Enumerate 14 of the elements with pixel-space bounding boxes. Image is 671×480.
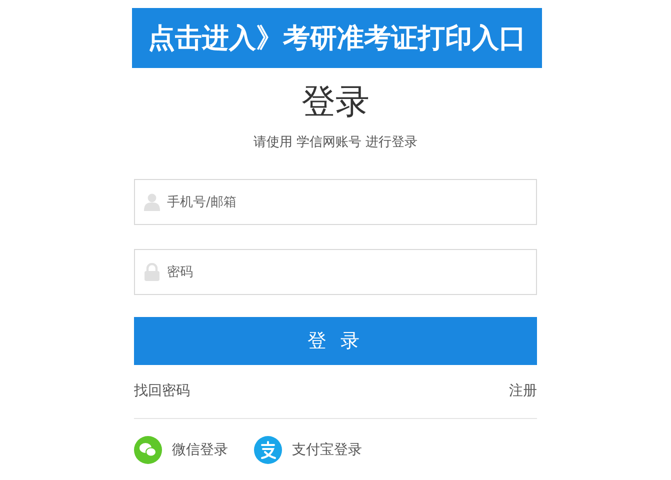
register-link[interactable]: 注册 — [509, 382, 537, 400]
input-field[interactable]: 密码 — [134, 249, 537, 295]
page-title: 登录 — [300, 81, 370, 124]
social-login-link[interactable]: 微信登录 — [134, 436, 228, 464]
user-icon — [144, 193, 160, 211]
banner-link[interactable]: 点击进入》考研准考证打印入口 — [132, 8, 542, 68]
login-button[interactable]: 登 录 — [134, 317, 537, 365]
lock-icon — [144, 263, 160, 281]
forgot-password-link[interactable]: 找回密码 — [134, 382, 190, 400]
social-login-link[interactable]: 支付宝登录 — [254, 436, 362, 464]
login-hint: 请使用 学信网账号 进行登录 — [252, 134, 419, 152]
chat-bubbles-icon — [134, 436, 162, 464]
input-field[interactable]: 手机号/邮箱 — [134, 179, 537, 225]
pay-icon — [254, 436, 282, 464]
